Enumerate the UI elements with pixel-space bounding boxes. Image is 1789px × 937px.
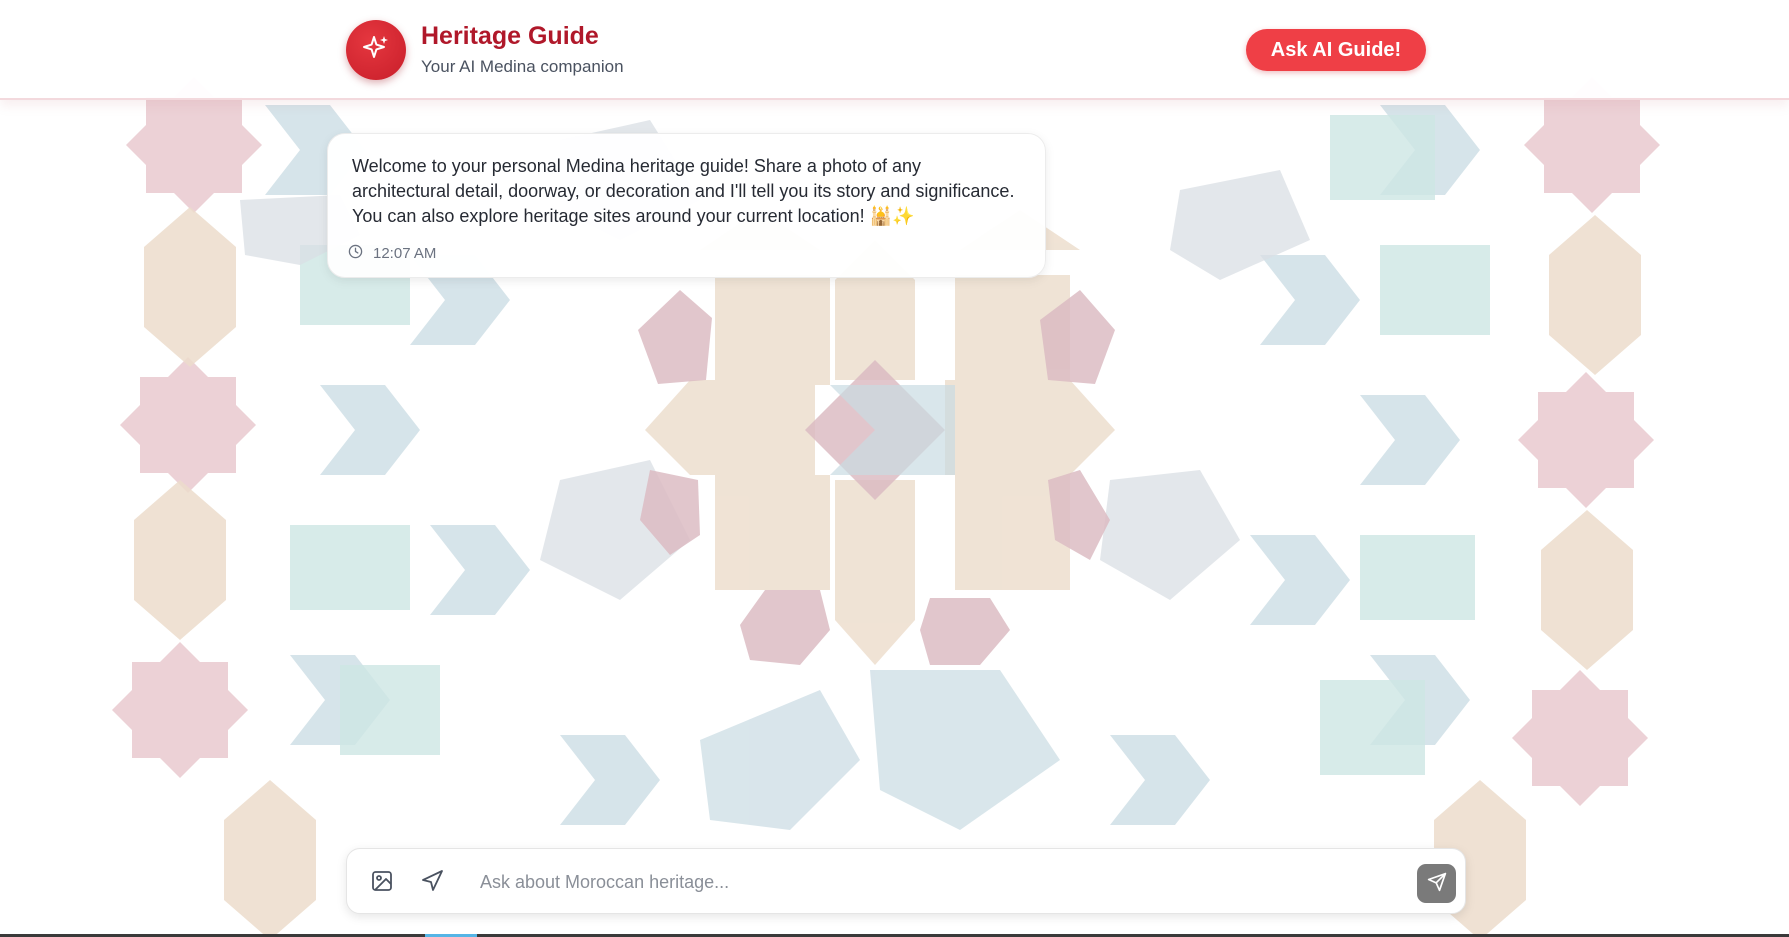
message-timestamp: 12:07 AM [373, 245, 437, 262]
chat-composer [346, 848, 1466, 914]
chat-input[interactable] [480, 863, 1320, 901]
send-icon [1427, 872, 1447, 895]
app-header: Heritage Guide Your AI Medina companion … [0, 0, 1789, 100]
ask-ai-guide-button[interactable]: Ask AI Guide! [1246, 29, 1426, 71]
navigation-arrow-icon [420, 869, 444, 896]
clock-icon [348, 244, 363, 263]
upload-image-button[interactable] [367, 867, 397, 897]
message-text: Welcome to your personal Medina heritage… [352, 156, 1015, 226]
assistant-message-bubble: Welcome to your personal Medina heritage… [327, 133, 1046, 278]
send-button[interactable] [1417, 864, 1456, 903]
app-stage: Heritage Guide Your AI Medina companion … [0, 0, 1789, 937]
share-location-button[interactable] [417, 867, 447, 897]
app-logo [346, 20, 406, 80]
message-meta: 12:07 AM [348, 244, 436, 263]
image-icon [370, 869, 394, 896]
app-subtitle: Your AI Medina companion [421, 57, 624, 76]
app-title: Heritage Guide [421, 22, 599, 50]
sparkles-icon [361, 33, 391, 68]
